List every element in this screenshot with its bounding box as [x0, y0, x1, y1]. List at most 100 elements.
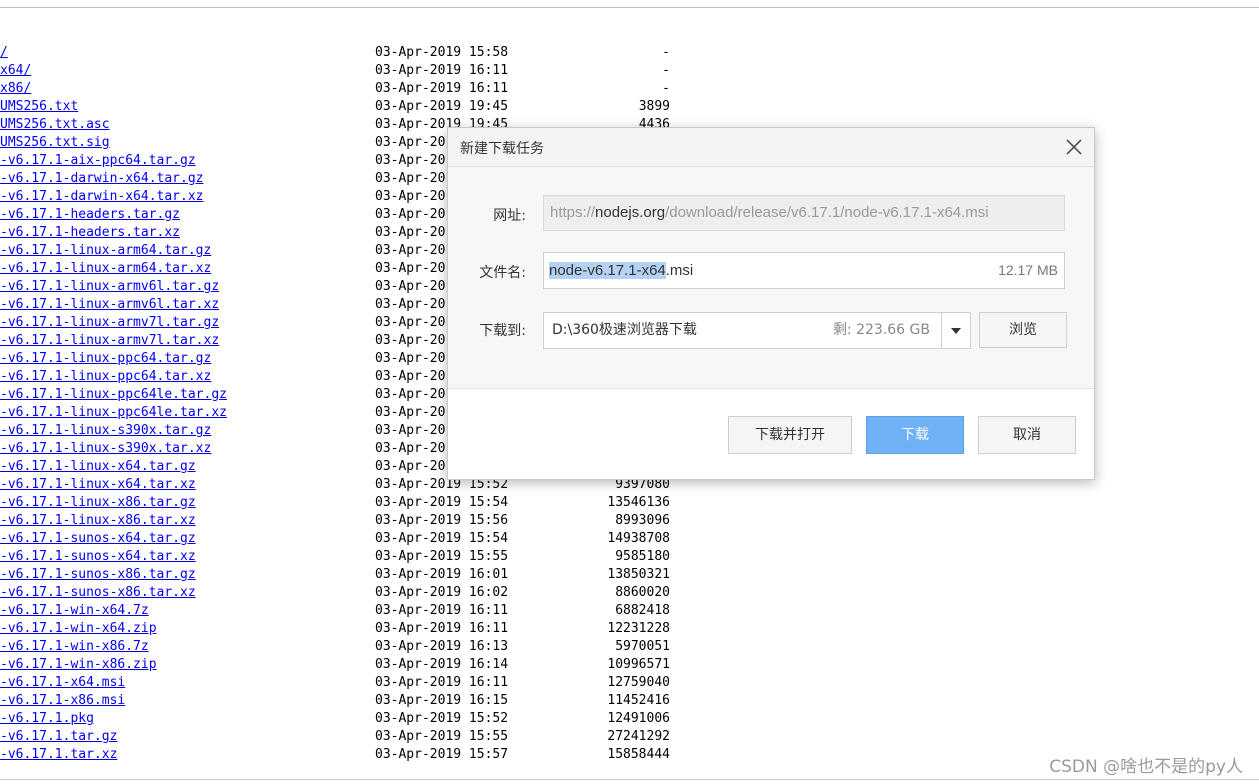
file-link[interactable]: -v6.17.1-win-x86.zip [0, 656, 157, 674]
file-link[interactable]: -v6.17.1-linux-armv6l.tar.gz [0, 278, 219, 296]
file-link[interactable]: UMS256.txt [0, 98, 78, 116]
dialog-title-bar: 新建下载任务 [448, 128, 1094, 167]
file-link[interactable]: -v6.17.1-linux-x86.tar.xz [0, 512, 196, 530]
file-date: 03-Apr-20 [375, 423, 446, 438]
file-date: 03-Apr-2019 16:11 [375, 63, 509, 78]
file-link[interactable]: -v6.17.1-sunos-x64.tar.gz [0, 530, 196, 548]
file-date: 03-Apr-2019 16:13 [375, 639, 509, 654]
filename-selected-text: node-v6.17.1-x64 [549, 262, 666, 279]
filename-extension: .msi [665, 262, 694, 279]
file-link[interactable]: -v6.17.1-sunos-x64.tar.xz [0, 548, 196, 566]
file-link[interactable]: -v6.17.1-sunos-x86.tar.gz [0, 566, 196, 584]
listing-row: -v6.17.1-linux-x86.tar.xz 03-Apr-2019 15:… [0, 512, 720, 530]
file-link[interactable]: -v6.17.1-win-x64.zip [0, 620, 157, 638]
listing-row: -v6.17.1-sunos-x64.tar.xz 03-Apr-2019 15:… [0, 548, 720, 566]
file-date: 03-Apr-2019 15:56 [375, 513, 509, 528]
file-link[interactable]: -v6.17.1-aix-ppc64.tar.gz [0, 152, 196, 170]
save-path-field[interactable]: D:\360极速浏览器下载 剩: 223.66 GB [543, 312, 971, 349]
file-size: 15858444 [607, 747, 670, 762]
file-link[interactable]: -v6.17.1-headers.tar.xz [0, 224, 180, 242]
dialog-body: 网址: https://nodejs.org/download/release/… [448, 167, 1094, 389]
file-date: 03-Apr-20 [375, 297, 446, 312]
file-date: 03-Apr-20 [375, 279, 446, 294]
file-link[interactable]: -v6.17.1-x64.msi [0, 674, 125, 692]
file-size: 12759040 [607, 675, 670, 690]
saveto-label: 下载到: [479, 323, 526, 339]
file-link[interactable]: -v6.17.1-linux-x64.tar.gz [0, 458, 196, 476]
file-link[interactable]: -v6.17.1-linux-ppc64le.tar.xz [0, 404, 227, 422]
file-link[interactable]: -v6.17.1.tar.gz [0, 728, 117, 746]
file-date: 03-Apr-20 [375, 153, 446, 168]
url-field[interactable]: https://nodejs.org/download/release/v6.1… [543, 195, 1065, 231]
file-date: 03-Apr-20 [375, 261, 446, 276]
top-divider [0, 7, 1259, 8]
dialog-title: 新建下载任务 [460, 141, 544, 157]
file-link[interactable]: -v6.17.1-win-x86.7z [0, 638, 149, 656]
filename-field[interactable]: node-v6.17.1-x64.msi 12.17 MB [543, 252, 1065, 289]
file-size: 3899 [638, 99, 670, 114]
file-link[interactable]: -v6.17.1-darwin-x64.tar.xz [0, 188, 204, 206]
file-size: - [662, 63, 670, 78]
file-link[interactable]: -v6.17.1-darwin-x64.tar.gz [0, 170, 204, 188]
cancel-button[interactable]: 取消 [978, 416, 1076, 454]
file-link[interactable]: -v6.17.1-linux-ppc64le.tar.gz [0, 386, 227, 404]
file-size: 10996571 [607, 657, 670, 672]
file-link[interactable]: UMS256.txt.asc [0, 116, 110, 134]
file-link[interactable]: -v6.17.1-linux-x86.tar.gz [0, 494, 196, 512]
file-link[interactable]: -v6.17.1-linux-arm64.tar.gz [0, 242, 211, 260]
file-link[interactable]: -v6.17.1-linux-s390x.tar.xz [0, 440, 211, 458]
browse-button[interactable]: 浏览 [979, 312, 1067, 348]
listing-row: -v6.17.1-win-x64.zip 03-Apr-2019 16:11 122… [0, 620, 720, 638]
download-and-open-button[interactable]: 下载并打开 [728, 416, 852, 454]
new-download-dialog: 新建下载任务 网址: https://nodejs.org/download/r… [447, 127, 1095, 480]
file-link[interactable]: -v6.17.1-linux-armv7l.tar.xz [0, 332, 219, 350]
file-link[interactable]: -v6.17.1-x86.msi [0, 692, 125, 710]
file-size: 12491006 [607, 711, 670, 726]
file-link[interactable]: x86/ [0, 80, 31, 98]
file-date: 03-Apr-2019 16:01 [375, 567, 509, 582]
url-prefix: https:// [550, 204, 596, 221]
file-link[interactable]: -v6.17.1-linux-arm64.tar.xz [0, 260, 211, 278]
file-link[interactable]: -v6.17.1-linux-ppc64.tar.gz [0, 350, 211, 368]
file-date: 03-Apr-2019 15:54 [375, 495, 509, 510]
file-size: 12.17 MB [998, 262, 1058, 278]
file-link[interactable]: / [0, 44, 8, 62]
file-date: 03-Apr-20 [375, 405, 446, 420]
file-date: 03-Apr-2019 16:11 [375, 621, 509, 636]
file-date: 03-Apr-20 [375, 135, 446, 150]
listing-row: -v6.17.1-sunos-x86.tar.xz 03-Apr-2019 16:… [0, 584, 720, 602]
listing-row: -v6.17.1-sunos-x86.tar.gz 03-Apr-2019 16:… [0, 566, 720, 584]
watermark: CSDN @啥也不是的py人 [1049, 757, 1243, 777]
file-link[interactable]: -v6.17.1-linux-armv6l.tar.xz [0, 296, 219, 314]
file-link[interactable]: UMS256.txt.sig [0, 134, 110, 152]
file-date: 03-Apr-20 [375, 243, 446, 258]
filename-label: 文件名: [479, 265, 526, 281]
file-link[interactable]: -v6.17.1-linux-s390x.tar.gz [0, 422, 211, 440]
file-date: 03-Apr-2019 15:58 [375, 45, 509, 60]
file-link[interactable]: -v6.17.1-linux-x64.tar.xz [0, 476, 196, 494]
file-date: 03-Apr-2019 15:55 [375, 729, 509, 744]
file-link[interactable]: -v6.17.1.pkg [0, 710, 94, 728]
download-button[interactable]: 下载 [866, 416, 964, 454]
bottom-divider [0, 779, 1259, 780]
file-date: 03-Apr-20 [375, 333, 446, 348]
close-icon[interactable] [1064, 137, 1084, 157]
file-link[interactable]: -v6.17.1-headers.tar.gz [0, 206, 180, 224]
file-date: 03-Apr-2019 16:02 [375, 585, 509, 600]
file-link[interactable]: -v6.17.1-linux-armv7l.tar.gz [0, 314, 219, 332]
file-link[interactable]: -v6.17.1-win-x64.7z [0, 602, 149, 620]
file-date: 03-Apr-2019 15:57 [375, 747, 509, 762]
file-link[interactable]: -v6.17.1-linux-ppc64.tar.xz [0, 368, 211, 386]
chevron-down-icon [951, 328, 961, 334]
file-date: 03-Apr-20 [375, 369, 446, 384]
file-size: 13850321 [607, 567, 670, 582]
file-date: 03-Apr-20 [375, 225, 446, 240]
save-path-dropdown[interactable] [941, 312, 971, 349]
file-date: 03-Apr-2019 15:55 [375, 549, 509, 564]
file-link[interactable]: -v6.17.1.tar.xz [0, 746, 117, 764]
file-date: 03-Apr-20 [375, 387, 446, 402]
listing-row: -v6.17.1-win-x64.7z 03-Apr-2019 16:11 6882… [0, 602, 720, 620]
file-link[interactable]: x64/ [0, 62, 31, 80]
file-link[interactable]: -v6.17.1-sunos-x86.tar.xz [0, 584, 196, 602]
listing-row: -v6.17.1-win-x86.7z 03-Apr-2019 16:13 5970… [0, 638, 720, 656]
